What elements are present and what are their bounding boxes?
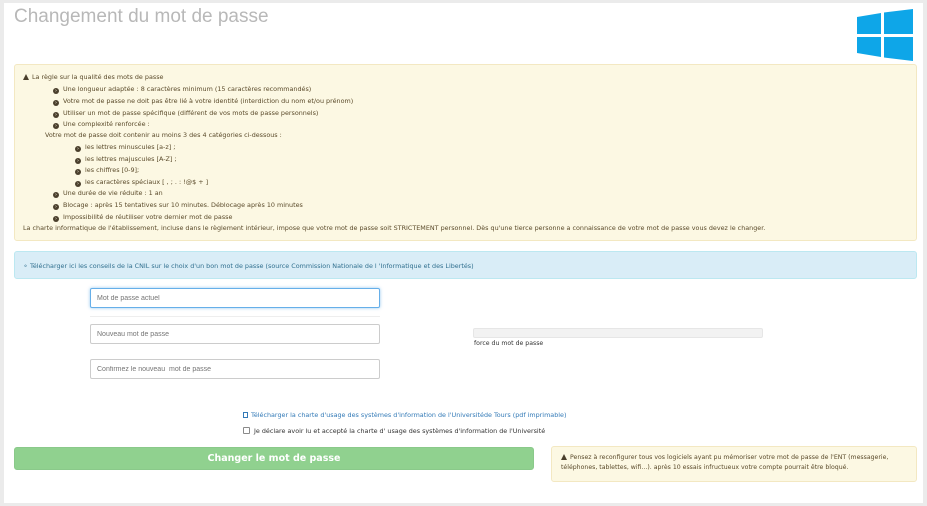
chevron-right-icon: ›: [53, 192, 59, 198]
accept-charter-checkbox[interactable]: [243, 427, 250, 434]
chevron-right-icon: ›: [53, 123, 59, 129]
warning-icon: [561, 454, 567, 460]
cnil-info-box: ⚬ Télécharger ici les conseils de la CNIL…: [14, 251, 917, 279]
category-item: › les chiffres [0-9];: [75, 166, 140, 175]
accept-charter: Je déclare avoir lu et accepté la charte…: [243, 427, 545, 435]
rule-item: › Impossibilité de réutiliser votre derni…: [53, 213, 233, 222]
accept-charter-label: Je déclare avoir lu et accepté la charte…: [254, 427, 546, 435]
password-strength-bar: [473, 328, 763, 338]
rule-item: › Votre mot de passe ne doit pas être lié…: [53, 97, 354, 106]
divider: [90, 316, 380, 317]
cnil-link[interactable]: ⚬ Télécharger ici les conseils de la CNIL…: [23, 262, 474, 270]
lightbulb-icon: ⚬: [23, 263, 29, 270]
rules-heading: La règle sur la qualité des mots de pass…: [23, 73, 163, 81]
chevron-right-icon: ›: [75, 146, 81, 152]
chevron-right-icon: ›: [53, 204, 59, 210]
confirm-password-input[interactable]: [90, 359, 380, 379]
categories-intro: Votre mot de passe doit contenir au moin…: [45, 131, 282, 139]
charter-download-link[interactable]: Télécharger la charte d'usage des systèm…: [243, 411, 566, 419]
windows-logo-icon: [857, 9, 913, 61]
category-item: › les lettres minuscules [a-z] ;: [75, 143, 176, 152]
page: Changement du mot de passe La règle sur …: [4, 3, 923, 503]
warning-icon: [23, 74, 29, 80]
page-title: Changement du mot de passe: [14, 6, 269, 27]
new-password-input[interactable]: [90, 324, 380, 344]
document-icon: [243, 412, 248, 418]
chevron-right-icon: ›: [53, 216, 59, 222]
rule-item: › Blocage : après 15 tentatives sur 10 mi…: [53, 201, 303, 210]
rule-item: › Une durée de vie réduite : 1 an: [53, 189, 163, 198]
change-password-button[interactable]: Changer le mot de passe: [14, 447, 534, 470]
chevron-right-icon: ›: [53, 100, 59, 106]
reconfigure-reminder: Pensez à reconfigurer tous vos logiciels…: [551, 446, 917, 482]
password-strength-label: force du mot de passe: [474, 340, 544, 347]
category-item: › les lettres majuscules [A-Z] ;: [75, 155, 177, 164]
password-rules-panel: La règle sur la qualité des mots de pass…: [14, 64, 917, 241]
rule-item: › Une complexité renforcée :: [53, 120, 150, 129]
chevron-right-icon: ›: [53, 88, 59, 94]
chevron-right-icon: ›: [75, 158, 81, 164]
chevron-right-icon: ›: [53, 112, 59, 118]
rule-item: › Utiliser un mot de passe spécifique (di…: [53, 109, 319, 118]
chevron-right-icon: ›: [75, 169, 81, 175]
rule-item: › Une longueur adaptée : 8 caractères min…: [53, 85, 312, 94]
rules-footer: La charte informatique de l'établissemen…: [23, 224, 766, 232]
current-password-input[interactable]: [90, 288, 380, 308]
chevron-right-icon: ›: [75, 181, 81, 187]
category-item: › les caractères spéciaux [ , ; . : !@$ +…: [75, 178, 209, 187]
